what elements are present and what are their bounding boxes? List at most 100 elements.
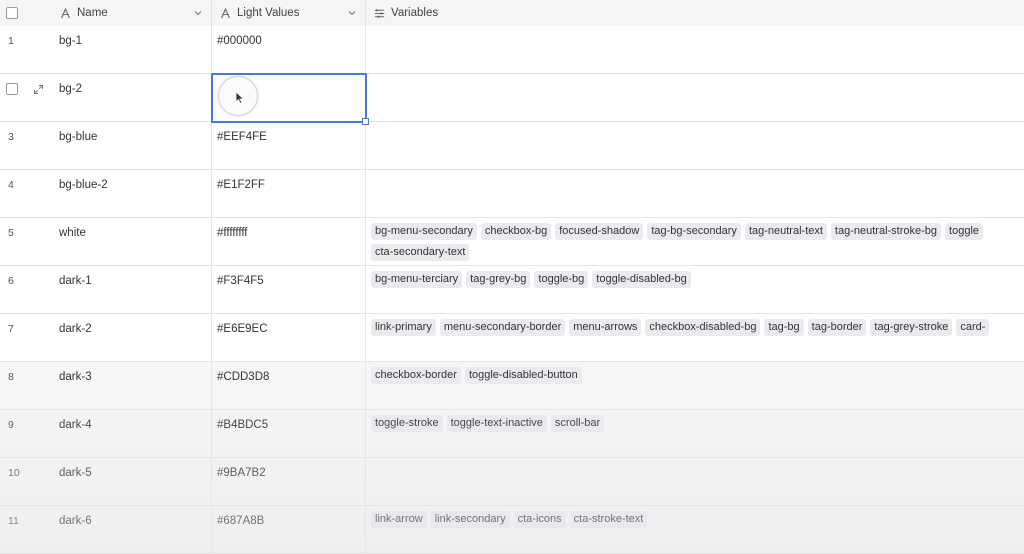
chevron-down-icon[interactable] (347, 8, 357, 21)
select-all-checkbox[interactable] (6, 7, 18, 19)
table-row[interactable]: 5 white #ffffffff bg-menu-secondary checkbox… (0, 218, 1024, 266)
row-number: 4 (8, 179, 14, 191)
cell-variables[interactable]: link-arrow link-secondary cta-icons cta-str… (366, 506, 1024, 554)
data-grid: Name Light Values Variables 1 bg-1 #000000… (0, 0, 1024, 554)
variable-tag[interactable]: tag-border (807, 319, 867, 336)
cell-light-value[interactable]: #E1F2FF (212, 170, 366, 218)
table-row[interactable]: 1 bg-1 #000000 (0, 26, 1024, 74)
variable-tag[interactable]: toggle-disabled-bg (592, 271, 691, 288)
cell-light-value[interactable]: #CDD3D8 (212, 362, 366, 410)
cell-light-value[interactable]: #9BA7B2 (212, 458, 366, 506)
variable-tag[interactable]: checkbox-bg (480, 223, 552, 240)
variable-tag[interactable]: bg-menu-secondary (371, 223, 477, 240)
tag-list: checkbox-border toggle-disabled-button (371, 367, 1024, 384)
variable-tag[interactable]: link-arrow (371, 511, 427, 528)
row-checkbox[interactable] (6, 83, 18, 98)
cell-name[interactable]: bg-blue-2 (50, 170, 212, 218)
tag-list: bg-menu-terciary tag-grey-bg toggle-bg togg… (371, 271, 1024, 288)
variable-tag[interactable]: tag-bg-secondary (647, 223, 741, 240)
cell-variables[interactable]: checkbox-border toggle-disabled-button (366, 362, 1024, 410)
variable-tag[interactable]: card- (956, 319, 990, 336)
variable-tag[interactable]: cta-icons (513, 511, 566, 528)
tag-list: link-primary menu-secondary-border menu-ar… (371, 319, 1024, 336)
row-number: 1 (8, 35, 14, 47)
cell-name[interactable]: bg-1 (50, 26, 212, 74)
variable-tag[interactable]: toggle-disabled-button (464, 367, 582, 384)
variable-tag[interactable]: cta-secondary-text (371, 244, 470, 261)
table-row[interactable]: 9 dark-4 #B4BDC5 toggle-stroke toggle-text-i… (0, 410, 1024, 458)
cell-variables[interactable] (366, 74, 1024, 122)
cell-name[interactable]: white (50, 218, 212, 266)
cell-variables[interactable] (366, 26, 1024, 74)
variable-tag[interactable]: cta-stroke-text (569, 511, 648, 528)
column-header-variables[interactable]: Variables (366, 0, 1024, 26)
variable-tag[interactable]: toggle-bg (534, 271, 589, 288)
variable-tag[interactable]: menu-arrows (569, 319, 642, 336)
cell-variables[interactable]: bg-menu-terciary tag-grey-bg toggle-bg togg… (366, 266, 1024, 314)
variable-tag[interactable]: menu-secondary-border (439, 319, 566, 336)
text-field-icon (220, 7, 231, 19)
variable-tag[interactable]: tag-neutral-text (744, 223, 827, 240)
expand-record-icon[interactable] (33, 84, 44, 98)
cell-name[interactable]: bg-blue (50, 122, 212, 170)
cell-name[interactable]: dark-5 (50, 458, 212, 506)
cell-name[interactable]: dark-4 (50, 410, 212, 458)
cell-light-value[interactable]: #ffffffff (212, 218, 366, 266)
table-row[interactable]: 10 dark-5 #9BA7B2 (0, 458, 1024, 506)
mouse-pointer-icon (235, 91, 245, 108)
cell-variables[interactable]: toggle-stroke toggle-text-inactive scroll-… (366, 410, 1024, 458)
variable-tag[interactable]: tag-neutral-stroke-bg (830, 223, 942, 240)
tag-list: bg-menu-secondary checkbox-bg focused-shad… (371, 223, 1024, 261)
table-row[interactable]: 3 bg-blue #EEF4FE (0, 122, 1024, 170)
column-label-variables: Variables (391, 7, 439, 19)
variable-tag[interactable]: toggle (945, 223, 984, 240)
table-row[interactable]: 11 dark-6 #687A8B link-arrow link-secondary c… (0, 506, 1024, 554)
table-row[interactable]: 6 dark-1 #F3F4F5 bg-menu-terciary tag-grey-b… (0, 266, 1024, 314)
fill-handle[interactable] (362, 118, 369, 125)
variable-tag[interactable]: scroll-bar (550, 415, 605, 432)
chevron-down-icon[interactable] (193, 8, 203, 21)
row-number: 8 (8, 371, 14, 383)
column-label-light-values: Light Values (237, 7, 300, 19)
variable-tag[interactable]: tag-grey-bg (466, 271, 531, 288)
table-row[interactable]: 8 dark-3 #CDD3D8 checkbox-border toggle-disa… (0, 362, 1024, 410)
table-row[interactable]: bg-2 (0, 74, 1024, 122)
row-number: 6 (8, 275, 14, 287)
text-field-icon (60, 7, 71, 19)
variable-tag[interactable]: link-primary (371, 319, 436, 336)
variable-tag[interactable]: link-secondary (430, 511, 510, 528)
cell-name[interactable]: dark-3 (50, 362, 212, 410)
cell-variables[interactable]: link-primary menu-secondary-border menu-ar… (366, 314, 1024, 362)
cell-light-value[interactable]: #B4BDC5 (212, 410, 366, 458)
row-number: 3 (8, 131, 14, 143)
column-header-light-values[interactable]: Light Values (212, 0, 366, 26)
cell-light-value[interactable]: #EEF4FE (212, 122, 366, 170)
table-row[interactable]: 7 dark-2 #E6E9EC link-primary menu-secondary… (0, 314, 1024, 362)
variable-tag[interactable]: toggle-text-inactive (446, 415, 547, 432)
cell-light-value[interactable]: #E6E9EC (212, 314, 366, 362)
cell-name[interactable]: dark-2 (50, 314, 212, 362)
select-all-cell (0, 0, 50, 26)
cell-name[interactable]: dark-6 (50, 506, 212, 554)
variable-tag[interactable]: checkbox-border (371, 367, 461, 384)
variable-tag[interactable]: checkbox-disabled-bg (645, 319, 761, 336)
cell-light-value[interactable]: #000000 (212, 26, 366, 74)
cell-variables[interactable] (366, 458, 1024, 506)
variable-tag[interactable]: tag-grey-stroke (870, 319, 953, 336)
variable-tag[interactable]: tag-bg (764, 319, 804, 336)
variable-tag[interactable]: toggle-stroke (371, 415, 443, 432)
cell-name[interactable]: bg-2 (50, 74, 212, 122)
tag-list: toggle-stroke toggle-text-inactive scroll-… (371, 415, 1024, 432)
cell-name[interactable]: dark-1 (50, 266, 212, 314)
column-header-name[interactable]: Name (50, 0, 212, 26)
variable-tag[interactable]: focused-shadow (555, 223, 644, 240)
cell-variables[interactable]: bg-menu-secondary checkbox-bg focused-shad… (366, 218, 1024, 266)
table-row[interactable]: 4 bg-blue-2 #E1F2FF (0, 170, 1024, 218)
cell-light-value[interactable]: #687A8B (212, 506, 366, 554)
cell-light-value[interactable]: #F3F4F5 (212, 266, 366, 314)
tag-list: link-arrow link-secondary cta-icons cta-str… (371, 511, 1024, 528)
cell-variables[interactable] (366, 170, 1024, 218)
multi-select-icon (374, 8, 385, 19)
cell-variables[interactable] (366, 122, 1024, 170)
variable-tag[interactable]: bg-menu-terciary (371, 271, 463, 288)
